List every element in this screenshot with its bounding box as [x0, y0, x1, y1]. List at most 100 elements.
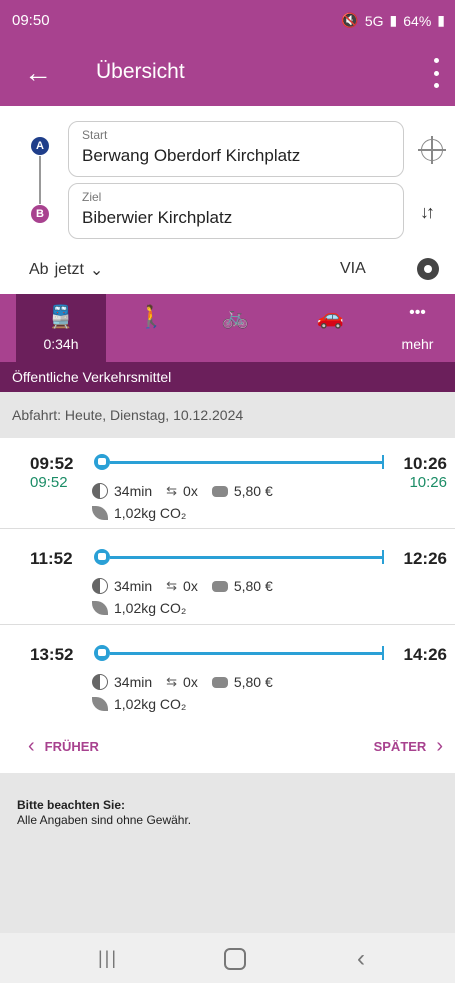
tab-public-transport-duration: 0:34h: [43, 336, 79, 352]
chevron-right-icon: ›: [436, 735, 443, 757]
status-icons: 🔇 5G ▮ 64% ▮: [341, 12, 445, 29]
page-title: Übersicht: [96, 60, 185, 83]
connection-row[interactable]: 09:52 09:52 10:26 10:26 34min ⇆ 0x 5,80 €…: [0, 438, 455, 529]
leaf-icon: [92, 506, 108, 520]
bus-icon: [94, 645, 110, 661]
departure-time: 11:52: [30, 549, 73, 568]
connection-info: 34min ⇆ 0x 5,80 €: [92, 578, 273, 594]
tab-more[interactable]: ••• mehr: [372, 294, 455, 362]
duration: 34min: [114, 483, 153, 499]
later-button[interactable]: SPÄTER ›: [373, 735, 443, 757]
mode-label: Öffentliche Verkehrsmittel: [12, 369, 172, 385]
price-icon: [211, 580, 228, 592]
via-button[interactable]: VIA: [340, 260, 366, 278]
gear-icon[interactable]: [417, 258, 439, 280]
earlier-label: FRÜHER: [44, 739, 99, 754]
more-icon: •••: [409, 304, 426, 321]
tab-walk[interactable]: 🚶: [106, 294, 197, 362]
swap-icon[interactable]: ↓↑: [420, 202, 435, 223]
route-line: [110, 556, 384, 559]
status-time: 09:50: [12, 12, 50, 29]
time-selector[interactable]: Ab jetzt ⌄: [29, 260, 103, 280]
co2-info: 1,02kg CO₂: [92, 696, 186, 712]
transfers: 0x: [183, 578, 198, 594]
price-icon: [211, 676, 228, 688]
walk-icon: 🚶: [137, 304, 166, 329]
route-end-marker: [382, 550, 384, 564]
transfers: 0x: [183, 483, 198, 499]
arrival-time: 14:26: [403, 645, 447, 664]
departure-time: 13:52: [30, 645, 74, 664]
route-end-marker: [382, 646, 384, 660]
transfer-icon: ⇆: [166, 578, 178, 593]
destination-pin-icon: B: [31, 205, 49, 223]
overflow-menu-icon[interactable]: [429, 58, 443, 88]
mute-icon: 🔇: [341, 12, 359, 28]
tab-bike[interactable]: 🚲: [190, 294, 281, 362]
connection-row[interactable]: 13:52 14:26 34min ⇆ 0x 5,80 € 1,02kg CO₂: [0, 625, 455, 718]
start-field-value: Berwang Oberdorf Kirchplatz: [82, 146, 301, 165]
transfer-icon: ⇆: [166, 483, 178, 498]
price: 5,80 €: [233, 674, 273, 690]
disclaimer-text: Alle Angaben sind ohne Gewähr.: [17, 813, 192, 827]
back-icon[interactable]: ‹: [357, 945, 365, 973]
signal-icon: ▮: [389, 12, 398, 28]
status-bar: 09:50 🔇 5G ▮ 64% ▮: [0, 0, 455, 42]
chevron-left-icon: ‹: [28, 735, 35, 757]
start-field[interactable]: Start Berwang Oberdorf Kirchplatz: [68, 121, 404, 177]
duration-icon: [92, 578, 108, 594]
co2-value: 1,02kg CO₂: [114, 696, 187, 712]
route-line: [110, 652, 384, 655]
disclaimer-heading: Bitte beachten Sie:: [17, 798, 126, 812]
time-selector-value: jetzt: [54, 261, 84, 278]
transfer-icon: ⇆: [166, 674, 178, 689]
route-form: A B Start Berwang Oberdorf Kirchplatz Zi…: [0, 106, 455, 294]
departure-bar: Abfahrt: Heute, Dienstag, 10.12.2024: [0, 392, 455, 438]
arrival-realtime: 10:26: [409, 474, 447, 491]
earlier-button[interactable]: ‹ FRÜHER: [28, 735, 99, 757]
pagination: ‹ FRÜHER SPÄTER ›: [0, 717, 455, 773]
mode-label-bar: Öffentliche Verkehrsmittel: [0, 362, 455, 392]
battery-icon: ▮: [437, 12, 445, 28]
start-field-label: Start: [82, 128, 108, 142]
price: 5,80 €: [233, 483, 273, 499]
locate-icon[interactable]: [418, 136, 446, 164]
destination-field[interactable]: Ziel Biberwier Kirchplatz: [68, 183, 404, 239]
home-icon[interactable]: [224, 948, 246, 970]
chevron-down-icon: ⌄: [89, 262, 104, 279]
network-label: 5G: [364, 12, 384, 29]
route-line: [110, 461, 384, 464]
departure-date: Abfahrt: Heute, Dienstag, 10.12.2024: [12, 407, 244, 423]
co2-info: 1,02kg CO₂: [92, 505, 186, 521]
destination-field-label: Ziel: [82, 190, 102, 204]
departure-realtime: 09:52: [30, 474, 68, 491]
destination-field-value: Biberwier Kirchplatz: [82, 208, 233, 227]
battery-level: 64%: [403, 12, 432, 29]
price: 5,80 €: [233, 578, 273, 594]
price-icon: [211, 485, 228, 497]
app-header: ← Übersicht: [0, 42, 455, 106]
disclaimer: Bitte beachten Sie: Alle Angaben sind oh…: [0, 773, 455, 933]
time-selector-label: Ab: [29, 261, 49, 278]
tab-more-label: mehr: [401, 336, 434, 352]
tab-public-transport[interactable]: 🚆 0:34h: [16, 294, 106, 362]
transport-mode-tabs: 🚆 0:34h 🚶 🚲 🚗 ••• mehr: [0, 294, 455, 362]
connection-info: 34min ⇆ 0x 5,80 €: [92, 483, 273, 499]
tab-car[interactable]: 🚗: [285, 294, 376, 362]
bus-icon: [94, 454, 110, 470]
car-icon: 🚗: [316, 304, 345, 329]
recents-icon[interactable]: |||: [98, 948, 118, 969]
route-end-marker: [382, 455, 384, 469]
later-label: SPÄTER: [373, 739, 427, 754]
co2-info: 1,02kg CO₂: [92, 600, 186, 616]
back-arrow-icon[interactable]: ←: [20, 56, 56, 90]
leaf-icon: [92, 697, 108, 711]
transfers: 0x: [183, 674, 198, 690]
bus-icon: [94, 549, 110, 565]
connection-row[interactable]: 11:52 12:26 34min ⇆ 0x 5,80 € 1,02kg CO₂: [0, 529, 455, 625]
route-connector: [39, 156, 41, 204]
start-pin-icon: A: [31, 137, 49, 155]
bike-icon: 🚲: [221, 304, 250, 329]
arrival-time: 12:26: [403, 549, 447, 568]
duration-icon: [92, 674, 108, 690]
